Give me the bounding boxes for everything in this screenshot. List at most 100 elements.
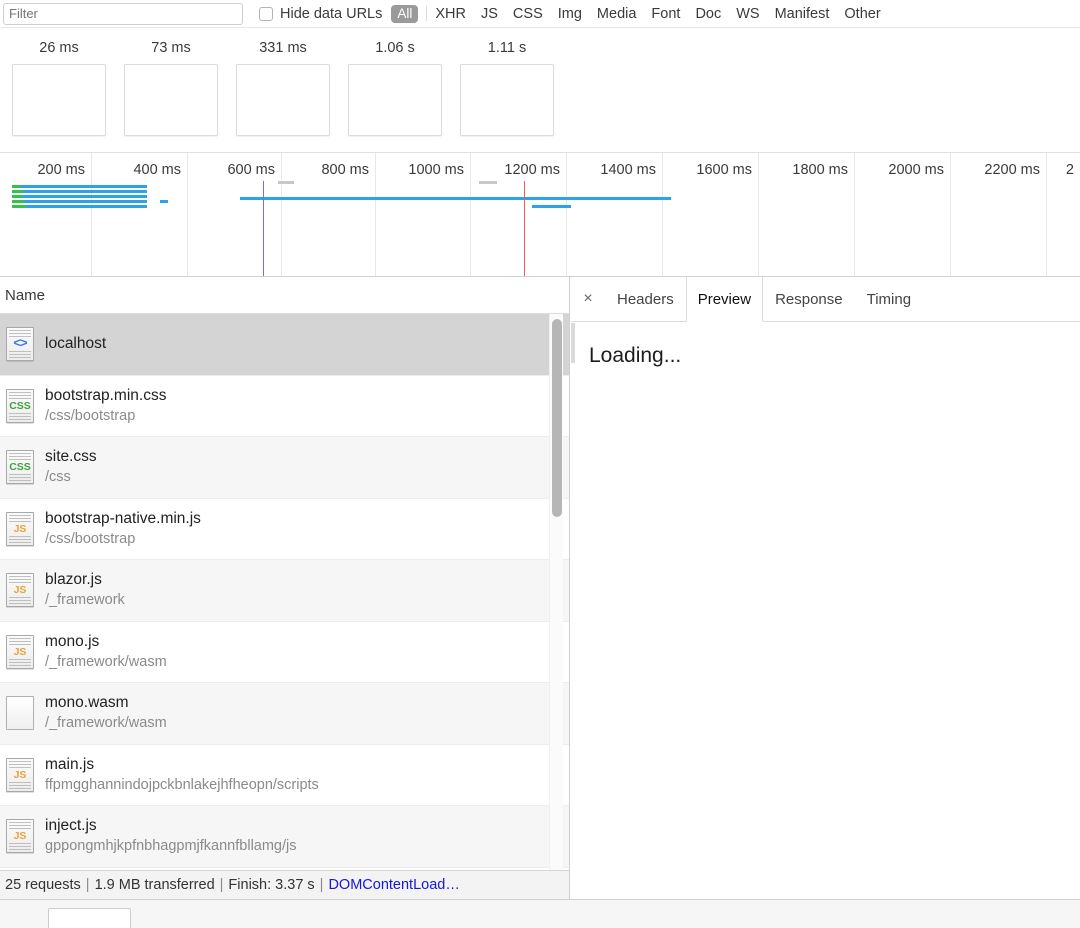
column-header-name[interactable]: Name <box>5 287 45 304</box>
filmstrip-frame-thumbnail[interactable] <box>236 64 330 136</box>
request-path: /css <box>45 469 71 486</box>
devtools-network-panel: Hide data URLs All XHR JS CSS Img Media … <box>0 0 1080 928</box>
js-document-icon: JS <box>6 511 34 546</box>
table-row[interactable]: <> localhost <box>0 314 569 376</box>
timeline-tick-label: 400 ms <box>133 162 181 178</box>
network-overview-timeline[interactable]: 200 ms 400 ms 600 ms 800 ms 1000 ms 1200… <box>0 153 1080 277</box>
overview-bar <box>12 205 147 208</box>
table-row[interactable]: JS blazor.js /_framework <box>0 560 569 622</box>
filmstrip-frame-time: 1.06 s <box>375 40 415 56</box>
dom-content-loaded-time: DOMContentLoad… <box>328 877 460 893</box>
overview-bar <box>240 197 671 200</box>
filter-type-manifest[interactable]: Manifest <box>775 6 830 22</box>
filter-type-font[interactable]: Font <box>651 6 680 22</box>
filmstrip-frame[interactable]: 26 ms <box>6 28 112 136</box>
tab-preview[interactable]: Preview <box>685 277 764 322</box>
request-path: /_framework/wasm <box>45 715 167 732</box>
network-panes: Name <> localhost CSS bootstrap.min.css … <box>0 277 1080 928</box>
request-count: 25 requests <box>5 877 81 893</box>
table-row[interactable]: JS mono.js /_framework/wasm <box>0 621 569 683</box>
request-list-pane: Name <> localhost CSS bootstrap.min.css … <box>0 277 570 928</box>
html-document-icon: <> <box>6 327 34 362</box>
request-path: gppongmhjkpfnbhagpmjfkannfbllamg/js <box>45 838 297 855</box>
request-path: /_framework/wasm <box>45 653 167 670</box>
filter-type-doc[interactable]: Doc <box>695 6 721 22</box>
scrollbar-thumb[interactable] <box>552 319 562 517</box>
network-summary-statusbar: 25 requests | 1.9 MB transferred | Finis… <box>0 870 569 899</box>
filmstrip-frame[interactable]: 331 ms <box>230 28 336 136</box>
filmstrip-frame[interactable]: 73 ms <box>118 28 224 136</box>
finish-time: Finish: 3.37 s <box>228 877 315 893</box>
request-name: mono.js <box>45 632 100 650</box>
timeline-tick: 1400 ms <box>566 153 662 276</box>
close-icon[interactable]: × <box>571 277 605 321</box>
overview-bar-secondary <box>479 181 497 184</box>
overview-bar <box>12 200 147 203</box>
table-row[interactable]: CSS bootstrap.min.css /css/bootstrap <box>0 375 569 437</box>
network-filter-toolbar: Hide data URLs All XHR JS CSS Img Media … <box>0 0 1080 28</box>
overview-bar <box>12 190 147 193</box>
hide-data-urls-checkbox[interactable] <box>259 6 273 21</box>
filter-type-ws[interactable]: WS <box>736 6 759 22</box>
timeline-tick-label: 2000 ms <box>888 162 944 178</box>
timeline-tick: 1800 ms <box>758 153 854 276</box>
filter-type-all[interactable]: All <box>391 4 419 23</box>
table-row[interactable]: mono.wasm /_framework/wasm <box>0 683 569 745</box>
overview-bar-ttfb <box>12 205 26 208</box>
filter-type-media[interactable]: Media <box>597 6 637 22</box>
filter-input[interactable] <box>3 2 243 25</box>
timeline-tick-label: 2 <box>1065 162 1074 178</box>
timeline-tick: 400 ms <box>91 153 187 276</box>
timeline-tick-label: 1400 ms <box>600 162 656 178</box>
table-row[interactable]: JS inject.js gppongmhjkpfnbhagpmjfkannfb… <box>0 806 569 868</box>
filter-type-xhr[interactable]: XHR <box>435 6 466 22</box>
preview-loading-text: Loading... <box>589 344 682 367</box>
overview-bar-ttfb <box>12 190 23 193</box>
timeline-tick-label: 2200 ms <box>984 162 1040 178</box>
filter-type-img[interactable]: Img <box>558 6 582 22</box>
filter-type-css[interactable]: CSS <box>513 6 543 22</box>
page-bottom-strip <box>0 899 1080 928</box>
preview-content-area: Loading... <box>571 322 1080 368</box>
timeline-tick-label: 1800 ms <box>792 162 848 178</box>
timeline-tick-label: 200 ms <box>37 162 85 178</box>
filmstrip-frame-thumbnail[interactable] <box>460 64 554 136</box>
filter-type-js[interactable]: JS <box>481 6 498 22</box>
filmstrip-frame[interactable]: 1.06 s <box>342 28 448 136</box>
hide-data-urls-control[interactable]: Hide data URLs <box>259 6 382 22</box>
request-name: localhost <box>45 335 107 353</box>
request-list-scrollbar[interactable] <box>549 314 563 891</box>
request-name: bootstrap.min.css <box>45 386 167 404</box>
request-name: mono.wasm <box>45 694 129 712</box>
filmstrip-frame-time: 73 ms <box>151 40 191 56</box>
blank-document-icon <box>6 696 34 731</box>
page-partial-box[interactable] <box>48 908 131 928</box>
table-row[interactable]: JS main.js ffpmgghannindojpckbnlakejhfhe… <box>0 744 569 806</box>
request-name: bootstrap-native.min.js <box>45 509 201 527</box>
overview-bar <box>12 195 147 198</box>
filmstrip-frame-thumbnail[interactable] <box>348 64 442 136</box>
request-list[interactable]: <> localhost CSS bootstrap.min.css /css/… <box>0 314 569 891</box>
filmstrip: 26 ms 73 ms 331 ms 1.06 s 1.11 s <box>0 28 1080 153</box>
status-separator: | <box>85 877 90 893</box>
filmstrip-frame-time: 331 ms <box>259 40 307 56</box>
request-path: /_framework <box>45 592 125 609</box>
status-separator: | <box>219 877 224 893</box>
timeline-tick-label: 600 ms <box>227 162 275 178</box>
js-document-icon: JS <box>6 634 34 669</box>
overview-bar-ttfb <box>12 200 24 203</box>
tab-timing[interactable]: Timing <box>855 277 923 321</box>
overview-bar-secondary <box>278 181 294 184</box>
table-row[interactable]: CSS site.css /css <box>0 437 569 499</box>
filmstrip-frame[interactable]: 1.11 s <box>454 28 560 136</box>
timeline-tick-label: 1000 ms <box>408 162 464 178</box>
table-row[interactable]: JS bootstrap-native.min.js /css/bootstra… <box>0 498 569 560</box>
tab-headers[interactable]: Headers <box>605 277 686 321</box>
filmstrip-frame-thumbnail[interactable] <box>124 64 218 136</box>
tab-response[interactable]: Response <box>763 277 855 321</box>
request-path: /css/bootstrap <box>45 530 136 547</box>
js-document-icon: JS <box>6 573 34 608</box>
filmstrip-frame-thumbnail[interactable] <box>12 64 106 136</box>
timeline-tick: 2 <box>1046 153 1080 276</box>
filter-type-other[interactable]: Other <box>844 6 880 22</box>
